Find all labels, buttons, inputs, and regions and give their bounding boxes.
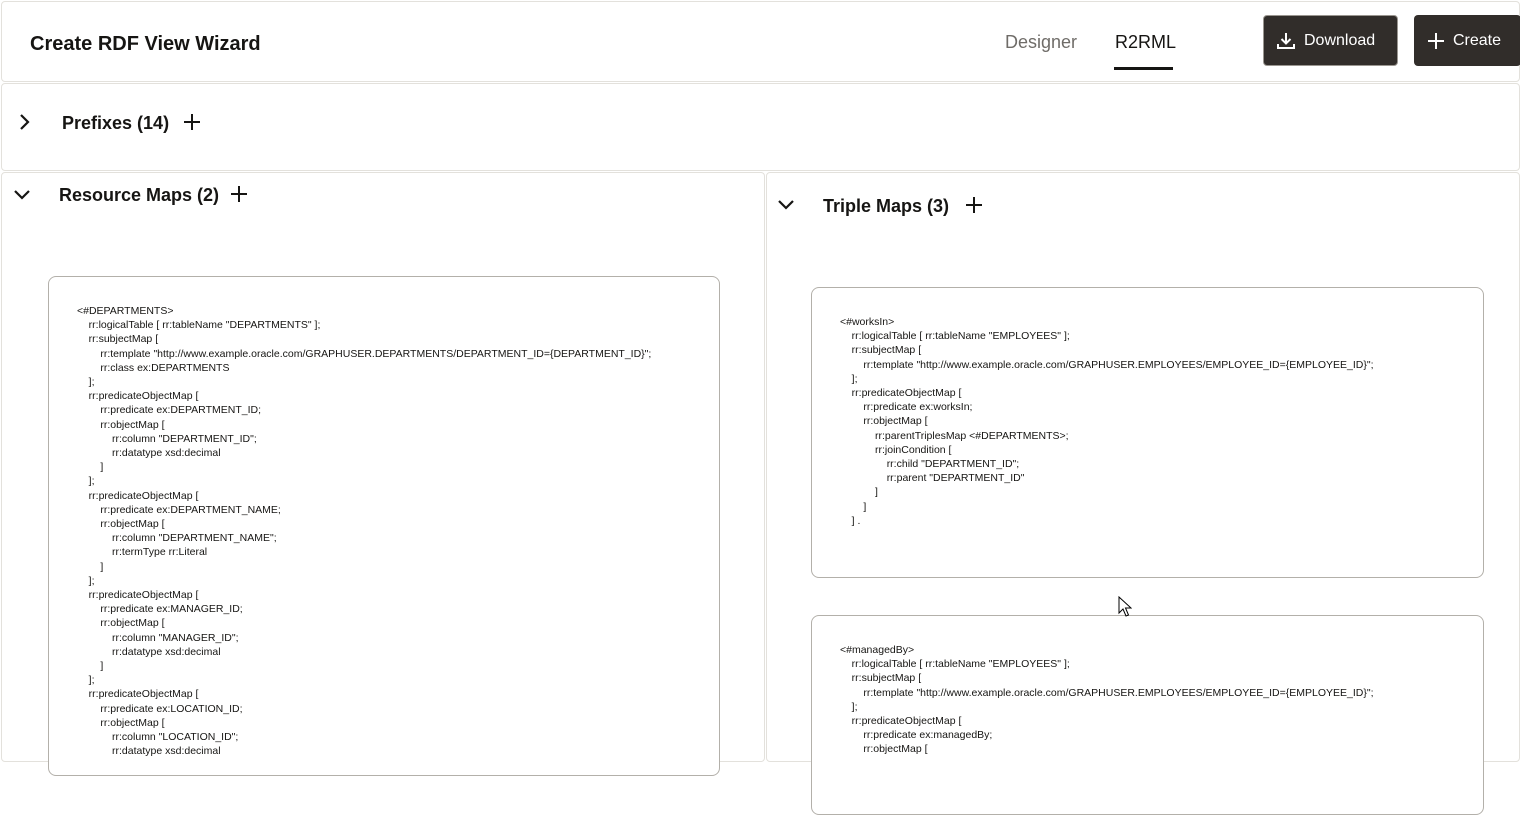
- add-resource-map-icon[interactable]: [230, 185, 248, 203]
- r2rml-code: <#worksIn> rr:logicalTable [ rr:tableNam…: [840, 316, 1374, 527]
- r2rml-code: <#managedBy> rr:logicalTable [ rr:tableN…: [840, 644, 1374, 756]
- resource-map-card[interactable]: <#DEPARTMENTS> rr:logicalTable [ rr:tabl…: [48, 276, 720, 776]
- chevron-right-icon[interactable]: [19, 113, 31, 131]
- chevron-down-icon[interactable]: [13, 189, 31, 201]
- prefixes-title: Prefixes (14): [62, 113, 170, 133]
- plus-icon: [1428, 32, 1444, 49]
- r2rml-code: <#DEPARTMENTS> rr:logicalTable [ rr:tabl…: [77, 305, 652, 758]
- wizard-header: Create RDF View Wizard Designer R2RML Do…: [1, 1, 1520, 82]
- triple-map-card[interactable]: <#worksIn> rr:logicalTable [ rr:tableNam…: [811, 287, 1484, 578]
- resource-maps-title: Resource Maps (2): [59, 185, 220, 205]
- selected-tab-indicator: [1114, 67, 1173, 70]
- create-button[interactable]: Create: [1414, 15, 1520, 66]
- add-prefix-icon[interactable]: [183, 113, 201, 131]
- download-label: Download: [1304, 31, 1376, 49]
- add-triple-map-icon[interactable]: [965, 196, 983, 214]
- triple-map-card[interactable]: <#managedBy> rr:logicalTable [ rr:tableN…: [811, 615, 1484, 815]
- resource-maps-section: Resource Maps (2) <#DEPARTMENTS> rr:logi…: [1, 172, 765, 776]
- tab-designer[interactable]: Designer: [1005, 32, 1077, 53]
- chevron-down-icon[interactable]: [777, 199, 795, 211]
- download-button[interactable]: Download: [1263, 15, 1398, 66]
- tab-r2rml[interactable]: R2RML: [1115, 32, 1176, 53]
- triple-maps-title: Triple Maps (3): [823, 196, 950, 216]
- page-title: Create RDF View Wizard: [30, 33, 261, 55]
- download-icon: [1277, 32, 1295, 49]
- create-label: Create: [1453, 31, 1502, 49]
- triple-maps-section: Triple Maps (3) <#worksIn> rr:logicalTab…: [766, 172, 1520, 815]
- mouse-cursor-icon: [1118, 596, 1132, 617]
- prefixes-section: Prefixes (14): [1, 83, 1520, 171]
